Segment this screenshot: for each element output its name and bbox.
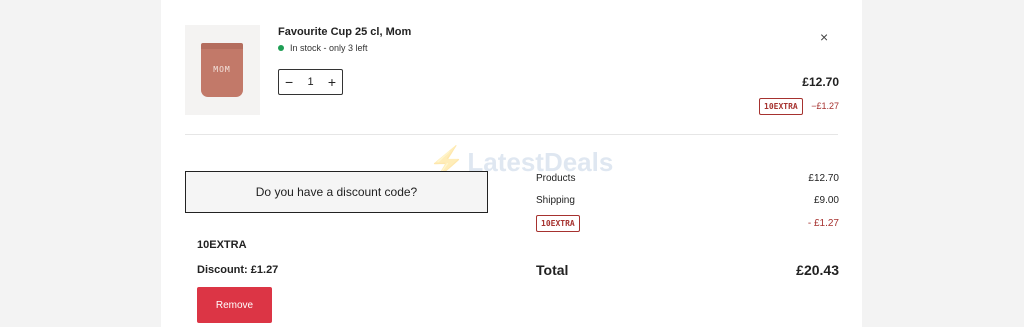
total-value: £20.43 <box>796 262 839 278</box>
item-discount-amount: −£1.27 <box>811 101 839 111</box>
quantity-value[interactable]: 1 <box>307 76 313 88</box>
cup-image: MOM <box>201 43 243 97</box>
item-discount-badge: 10EXTRA <box>759 98 803 115</box>
total-label: Total <box>536 262 569 278</box>
applied-discount-code: 10EXTRA <box>197 239 247 251</box>
summary-discount-badge: 10EXTRA <box>536 215 580 232</box>
applied-discount-amount: Discount: £1.27 <box>197 264 279 276</box>
summary-shipping-value: £9.00 <box>813 195 839 206</box>
summary-products-value: £12.70 <box>808 173 839 184</box>
remove-item-close-icon[interactable]: × <box>820 29 828 45</box>
quantity-stepper: − 1 + <box>278 69 343 95</box>
discount-code-toggle-button[interactable]: Do you have a discount code? <box>185 171 488 213</box>
summary-products-label: Products <box>536 173 576 184</box>
remove-discount-button[interactable]: Remove <box>197 287 272 323</box>
stock-dot-icon <box>278 45 284 51</box>
stock-text: In stock - only 3 left <box>290 43 368 53</box>
decrease-quantity-button[interactable]: − <box>285 75 293 89</box>
product-thumbnail[interactable]: MOM <box>185 25 260 115</box>
product-title[interactable]: Favourite Cup 25 cl, Mom <box>278 26 411 38</box>
divider <box>185 134 838 135</box>
stock-status: In stock - only 3 left <box>278 43 368 53</box>
cup-print-text: MOM <box>213 65 231 74</box>
increase-quantity-button[interactable]: + <box>328 75 336 89</box>
item-price: £12.70 <box>802 75 839 89</box>
summary-discount-value: - £1.27 <box>807 218 839 229</box>
summary-shipping-label: Shipping <box>536 195 575 206</box>
